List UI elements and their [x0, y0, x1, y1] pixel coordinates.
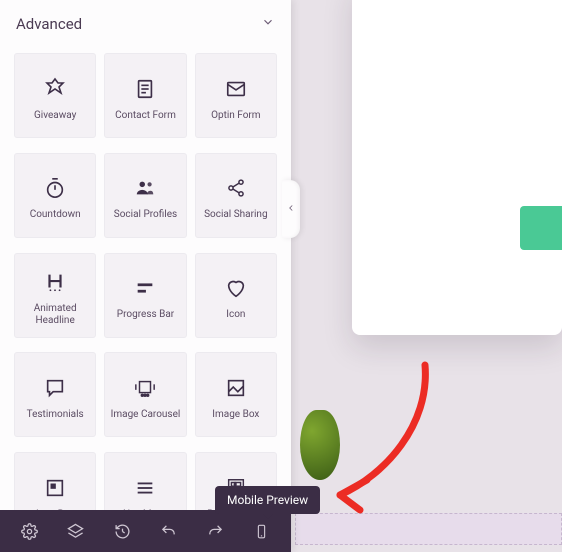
stopwatch-icon [44, 173, 66, 203]
headline-icon [44, 268, 66, 297]
widget-label: Countdown [30, 209, 81, 221]
elements-sidebar: Advanced Giveaway Contact Form Optin For… [0, 0, 291, 552]
profiles-icon [133, 173, 157, 203]
envelope-icon [225, 74, 247, 104]
history-button[interactable] [105, 514, 139, 548]
icon-box-icon [44, 473, 66, 503]
form-icon [134, 74, 156, 104]
widget-label: Image Carousel [111, 409, 181, 421]
widget-progress-bar[interactable]: Progress Bar [104, 253, 186, 338]
widget-testimonials[interactable]: Testimonials [14, 352, 96, 437]
widget-label: Icon [226, 309, 245, 321]
widget-image-box[interactable]: Image Box [195, 352, 277, 437]
widget-image-carousel[interactable]: Image Carousel [104, 352, 186, 437]
progress-icon [134, 273, 156, 303]
menu-icon [134, 473, 156, 503]
widget-animated-headline[interactable]: Animated Headline [14, 253, 96, 338]
mobile-preview-tooltip: Mobile Preview [215, 486, 320, 514]
undo-button[interactable] [152, 514, 186, 548]
carousel-icon [133, 373, 157, 403]
widget-label: Giveaway [34, 110, 76, 122]
giveaway-icon [43, 74, 67, 104]
widget-giveaway[interactable]: Giveaway [14, 53, 96, 138]
widget-social-sharing[interactable]: Social Sharing [195, 153, 277, 238]
widget-label: Social Profiles [114, 209, 177, 221]
chat-icon [44, 373, 66, 403]
widget-label: Progress Bar [117, 309, 174, 321]
canvas-preview-card [352, 0, 562, 335]
chevron-left-icon [286, 202, 296, 216]
widget-icon[interactable]: Icon [195, 253, 277, 338]
sidebar-collapse-handle[interactable] [282, 180, 300, 238]
decorative-image [300, 410, 340, 480]
heart-icon [225, 273, 247, 303]
widgets-grid: Giveaway Contact Form Optin Form Countdo… [0, 47, 291, 552]
section-title: Advanced [16, 15, 82, 33]
chevron-down-icon [261, 14, 275, 33]
widget-social-profiles[interactable]: Social Profiles [104, 153, 186, 238]
widget-countdown[interactable]: Countdown [14, 153, 96, 238]
widget-label: Testimonials [27, 409, 84, 421]
bottom-toolbar [0, 510, 291, 552]
widget-optin-form[interactable]: Optin Form [195, 53, 277, 138]
widget-label: Optin Form [211, 110, 261, 122]
accent-button-partial [520, 206, 562, 250]
widget-contact-form[interactable]: Contact Form [104, 53, 186, 138]
widget-label: Image Box [212, 409, 259, 421]
redo-button[interactable] [198, 514, 232, 548]
section-header-advanced[interactable]: Advanced [0, 0, 291, 47]
widget-label: Contact Form [115, 110, 176, 122]
widget-label: Social Sharing [204, 209, 268, 221]
widget-label: Animated Headline [19, 303, 91, 327]
canvas-empty-section[interactable] [295, 513, 562, 545]
image-box-icon [225, 373, 247, 403]
share-icon [226, 173, 246, 203]
navigator-button[interactable] [59, 514, 93, 548]
settings-button[interactable] [12, 514, 46, 548]
